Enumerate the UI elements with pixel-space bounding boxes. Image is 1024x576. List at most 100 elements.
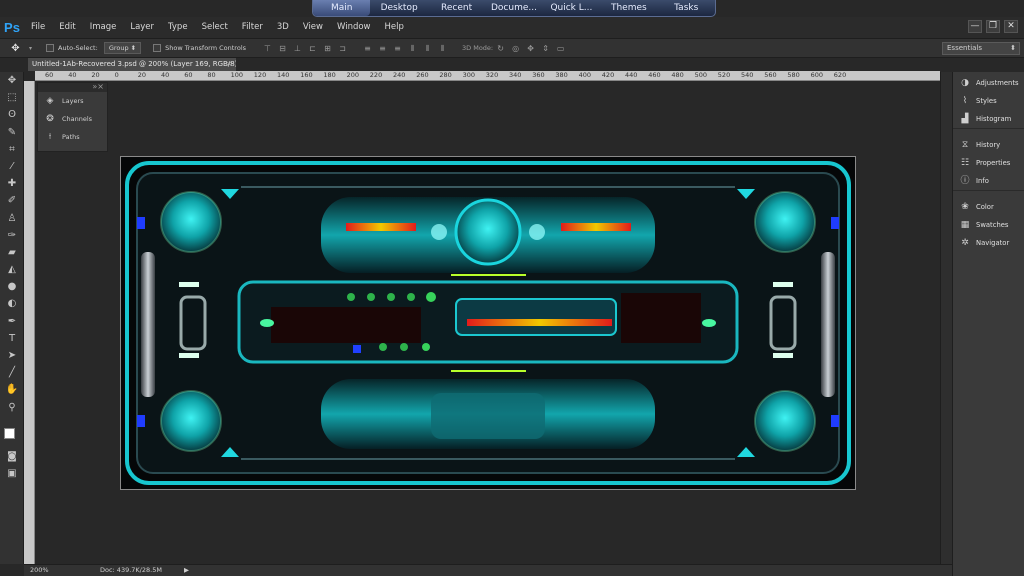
launcher-desktop[interactable]: Desktop [370, 0, 427, 16]
marquee-tool-icon[interactable]: ⬚ [0, 89, 24, 106]
healing-brush-tool-icon[interactable]: ✚ [0, 175, 24, 192]
horizontal-ruler: 60 40 20 0 20 40 60 80 100 120 140 160 180 200 220 240 2… [35, 71, 940, 81]
dodge-tool-icon[interactable]: ◐ [0, 295, 24, 312]
launcher-recent[interactable]: Recent [428, 0, 485, 16]
launcher-main[interactable]: Main [313, 0, 371, 16]
distribute-top-icon[interactable]: ≡ [362, 43, 373, 54]
close-window-button[interactable]: ✕ [1004, 20, 1018, 33]
paint-bucket-tool-icon[interactable]: ◭ [0, 261, 24, 278]
3d-drag-icon[interactable]: ✥ [525, 43, 536, 54]
quick-select-tool-icon[interactable]: ✎ [0, 124, 24, 141]
zoom-tool-icon[interactable]: ⚲ [0, 399, 24, 416]
show-transform-checkbox[interactable] [153, 44, 162, 52]
3d-rotate-icon[interactable]: ↻ [495, 43, 506, 54]
status-menu-arrow-icon[interactable]: ▶ [184, 565, 189, 576]
auto-select-dropdown[interactable]: Group ⬍ [103, 42, 142, 54]
launcher-documents[interactable]: Docume... [485, 0, 542, 16]
crop-tool-icon[interactable]: ⌗ [0, 141, 24, 158]
panel-item-paths[interactable]: ⟊ Paths [38, 128, 107, 146]
align-middle-icon[interactable]: ⊟ [277, 43, 288, 54]
distribute-right-icon[interactable]: ⫴ [437, 43, 448, 54]
panel-properties[interactable]: ☷ Properties [953, 154, 1024, 172]
launcher-quick-launch[interactable]: Quick L... [543, 0, 600, 16]
menu-bar: Ps File Edit Image Layer Type Select Fil… [0, 17, 1024, 38]
ruler-tick-label: 200 [346, 71, 360, 79]
quick-mask-icon[interactable]: ◙ [0, 448, 24, 465]
menu-type[interactable]: Type [161, 17, 195, 38]
3d-scale-icon[interactable]: ▭ [555, 43, 566, 54]
align-left-icon[interactable]: ⊏ [307, 43, 318, 54]
paths-icon: ⟊ [48, 132, 52, 142]
restore-button[interactable]: ❐ [986, 20, 1000, 33]
ruler-tick-label: 120 [253, 71, 267, 79]
hand-tool-icon[interactable]: ✋ [0, 381, 24, 398]
ruler-tick-label: 220 [369, 71, 383, 79]
foreground-color-swatch[interactable] [4, 428, 15, 439]
lasso-tool-icon[interactable]: ʘ [0, 106, 24, 123]
panel-label: Adjustments [976, 79, 1019, 87]
align-center-icon[interactable]: ⊞ [322, 43, 333, 54]
zoom-level[interactable]: 200% [30, 565, 49, 576]
panel-item-layers[interactable]: ◈ Layers [38, 92, 107, 110]
panel-item-channels[interactable]: ❂ Channels [38, 110, 107, 128]
panel-history[interactable]: ⧖ History [953, 136, 1024, 154]
distribute-middle-icon[interactable]: ≡ [377, 43, 388, 54]
line-tool-icon[interactable]: ╱ [0, 364, 24, 381]
menu-image[interactable]: Image [83, 17, 124, 38]
panel-header[interactable]: »× [38, 82, 107, 92]
pen-tool-icon[interactable]: ✒ [0, 313, 24, 330]
ruler-tick-label: 360 [532, 71, 545, 79]
distribute-bottom-icon[interactable]: ≡ [392, 43, 403, 54]
document-tab[interactable]: Untitled-1Ab-Recovered 3.psd @ 200% (Lay… [28, 58, 236, 71]
menu-help[interactable]: Help [378, 17, 411, 38]
panel-navigator[interactable]: ✲ Navigator [953, 234, 1024, 252]
eyedropper-tool-icon[interactable]: ⁄ [0, 158, 24, 175]
workspace-dropdown[interactable]: Essentials ⬍ [942, 42, 1020, 55]
document-artwork[interactable] [120, 156, 856, 490]
3d-slide-icon[interactable]: ⇕ [540, 43, 551, 54]
auto-select-checkbox[interactable] [46, 44, 54, 52]
type-tool-icon[interactable]: T [0, 330, 24, 347]
panel-label: Info [976, 177, 989, 185]
close-document-icon[interactable]: × [226, 58, 232, 71]
menu-layer[interactable]: Layer [123, 17, 161, 38]
minimize-button[interactable]: — [968, 20, 982, 33]
dock-collapse-strip[interactable] [940, 72, 952, 564]
panel-histogram[interactable]: ▟ Histogram [953, 110, 1024, 128]
panel-color[interactable]: ❀ Color [953, 198, 1024, 216]
menu-file[interactable]: File [24, 17, 52, 38]
menu-filter[interactable]: Filter [235, 17, 270, 38]
move-tool-preset-icon[interactable]: ✥ [10, 43, 21, 54]
3d-mode-label: 3D Mode: [462, 44, 494, 52]
move-tool-icon[interactable]: ✥ [0, 72, 24, 89]
screen-mode-icon[interactable]: ▣ [0, 465, 24, 482]
align-bottom-icon[interactable]: ⊥ [292, 43, 303, 54]
panel-swatches[interactable]: ▦ Swatches [953, 216, 1024, 234]
brush-tool-icon[interactable]: ✐ [0, 192, 24, 209]
distribute-center-icon[interactable]: ⫴ [422, 43, 433, 54]
menu-3d[interactable]: 3D [270, 17, 296, 38]
menu-window[interactable]: Window [330, 17, 378, 38]
panel-adjustments[interactable]: ◑ Adjustments [953, 74, 1024, 92]
ruler-tick-label: 260 [416, 71, 429, 79]
menu-edit[interactable]: Edit [52, 17, 82, 38]
distribute-left-icon[interactable]: ⫴ [407, 43, 418, 54]
3d-roll-icon[interactable]: ◎ [510, 43, 521, 54]
menu-view[interactable]: View [296, 17, 330, 38]
eraser-tool-icon[interactable]: ▰ [0, 244, 24, 261]
history-brush-tool-icon[interactable]: ✑ [0, 227, 24, 244]
menu-select[interactable]: Select [195, 17, 235, 38]
chevron-down-icon[interactable]: ▾ [25, 43, 36, 54]
path-selection-tool-icon[interactable]: ➤ [0, 347, 24, 364]
launcher-themes[interactable]: Themes [600, 0, 657, 16]
clone-stamp-tool-icon[interactable]: ♙ [0, 210, 24, 227]
align-top-icon[interactable]: ⊤ [262, 43, 273, 54]
panel-info[interactable]: ⓘ Info [953, 172, 1024, 190]
ruler-tick-label: 40 [68, 71, 77, 79]
ruler-tick-label: 0 [114, 71, 119, 79]
panel-styles[interactable]: ⌇ Styles [953, 92, 1024, 110]
blur-tool-icon[interactable]: ● [0, 278, 24, 295]
panel-collapse-icon[interactable]: »× [92, 82, 104, 91]
align-right-icon[interactable]: ⊐ [337, 43, 348, 54]
launcher-tasks[interactable]: Tasks [658, 0, 715, 16]
